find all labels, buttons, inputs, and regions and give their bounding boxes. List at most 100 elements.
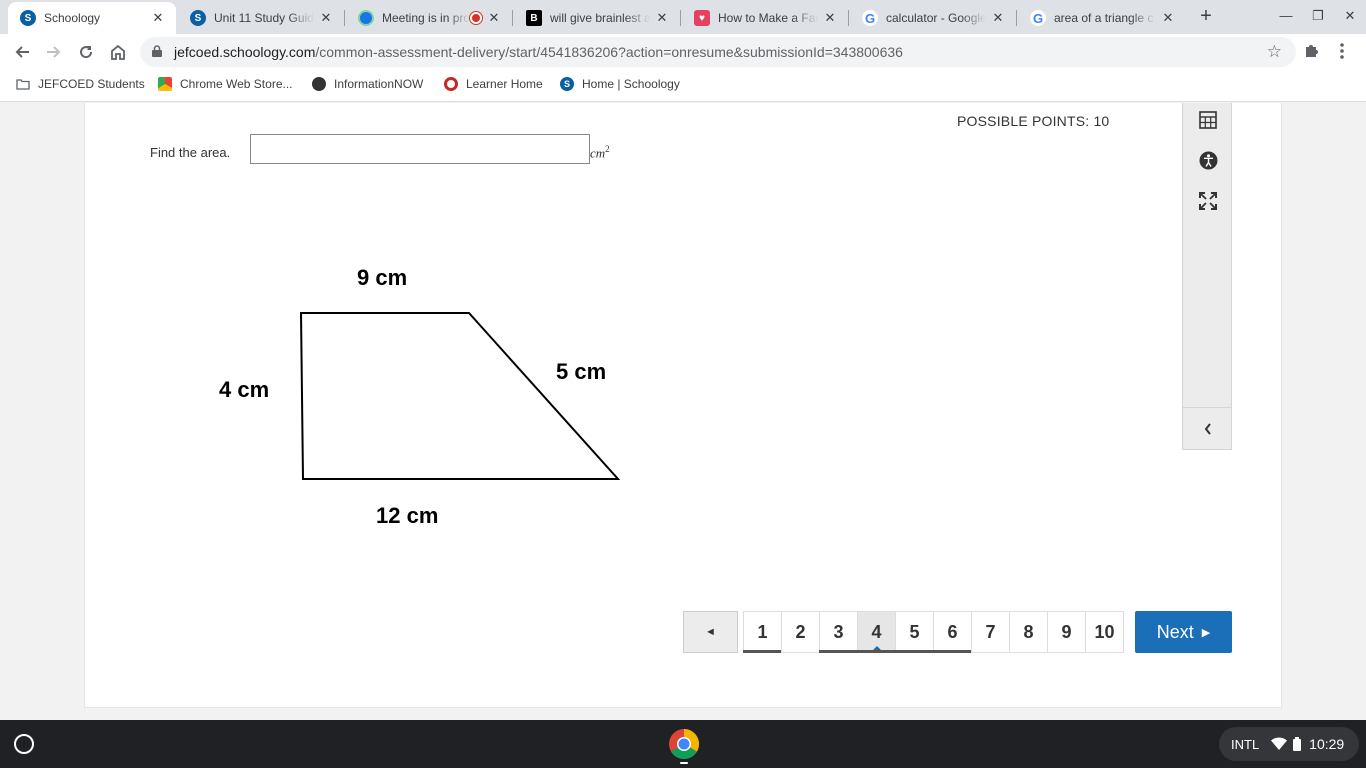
page-button-2[interactable]: 2 (781, 611, 820, 653)
clock: 10:29 (1309, 736, 1345, 752)
tab-schoology[interactable]: S Schoology ✕ (8, 2, 176, 34)
url-host: jefcoed.schoology.com (174, 44, 316, 60)
tab-title: Meeting is in progress (382, 11, 470, 25)
google-icon: G (1030, 10, 1046, 26)
new-tab-button[interactable]: + (1196, 6, 1216, 26)
bookmark-informationnow[interactable]: InformationNOW (312, 77, 423, 91)
close-icon[interactable]: ✕ (1160, 10, 1176, 26)
unit-exponent: 2 (605, 144, 610, 154)
battery-icon (1293, 737, 1302, 751)
bookmark-label: InformationNOW (334, 77, 424, 91)
minimize-icon[interactable]: — (1278, 8, 1294, 23)
calculator-icon (1199, 111, 1217, 129)
page-button-4[interactable]: 4 (857, 611, 896, 653)
question-prompt: Find the area. (150, 145, 231, 160)
tab-title: area of a triangle c (1054, 11, 1154, 25)
bookmark-label: JEFCOED Students (38, 77, 145, 91)
extensions-puzzle-icon[interactable] (1302, 41, 1322, 61)
tab-area-of-a-triangle[interactable]: G area of a triangle c ✕ (1018, 2, 1186, 34)
previous-question-button[interactable]: ◄ (683, 611, 738, 653)
informationnow-icon (312, 77, 326, 91)
next-button[interactable]: Next ▶ (1135, 611, 1232, 653)
close-icon[interactable]: ✕ (990, 10, 1006, 26)
accessibility-tool-button[interactable] (1198, 150, 1218, 170)
input-method-indicator: INTL (1231, 736, 1260, 752)
page-button-8[interactable]: 8 (1009, 611, 1048, 653)
bookmark-label: Learner Home (466, 77, 543, 91)
tab-title: calculator - Google (886, 11, 986, 25)
url-path: /common-assessment-delivery/start/454183… (315, 44, 903, 60)
tab-divider (344, 10, 345, 26)
close-icon[interactable]: ✕ (150, 10, 166, 26)
close-icon[interactable]: ✕ (318, 10, 334, 26)
page-button-6[interactable]: 6 (933, 611, 972, 653)
answer-unit: cm2 (590, 144, 610, 161)
bookmark-chrome-web-store[interactable]: Chrome Web Store... (158, 77, 293, 91)
page-button-9[interactable]: 9 (1047, 611, 1086, 653)
launcher-icon[interactable] (14, 734, 34, 754)
tab-how-to-make-a-fan[interactable]: ♥ How to Make a Fan ✕ (682, 2, 848, 34)
reload-icon (80, 46, 93, 59)
tool-panel (1182, 103, 1232, 450)
tab-title: How to Make a Fan (718, 11, 818, 25)
webstore-icon (158, 77, 172, 91)
page-button-1[interactable]: 1 (743, 611, 782, 653)
bookmark-jefcoed-students[interactable]: JEFCOED Students (16, 77, 145, 91)
page-button-7[interactable]: 7 (971, 611, 1010, 653)
fullscreen-tool-button[interactable] (1198, 191, 1218, 211)
address-bar[interactable]: jefcoed.schoology.com/common-assessment-… (140, 37, 1296, 67)
page-button-5[interactable]: 5 (895, 611, 934, 653)
question-pagination: 1 2 3 4 5 6 7 8 9 10 (743, 611, 1124, 653)
running-app-indicator (680, 762, 688, 764)
tab-divider (680, 10, 681, 26)
tab-meeting[interactable]: Meeting is in progress ✕ (346, 2, 512, 34)
forward-button[interactable] (43, 41, 65, 63)
url-text: jefcoed.schoology.com/common-assessment-… (174, 44, 903, 60)
browser-menu-icon[interactable] (1340, 42, 1344, 60)
left-side-label: 4 cm (219, 377, 270, 402)
possible-points: POSSIBLE POINTS: 10 (957, 113, 1110, 129)
close-icon[interactable]: ✕ (486, 10, 502, 26)
close-window-icon[interactable]: ✕ (1342, 8, 1358, 24)
schoology-icon: S (190, 10, 206, 26)
recording-icon (470, 12, 482, 24)
schoology-icon: S (560, 77, 574, 91)
answer-input[interactable] (250, 134, 590, 164)
play-arrow-icon: ▶ (1201, 626, 1211, 639)
tab-brainly[interactable]: B will give brainlest a ✕ (514, 2, 680, 34)
schoology-icon: S (20, 10, 36, 26)
restore-icon[interactable]: ❐ (1310, 8, 1326, 24)
tab-divider (512, 10, 513, 26)
bookmark-label: Chrome Web Store... (180, 77, 293, 91)
tab-unit-11-study-guide[interactable]: S Unit 11 Study Guide ✕ (178, 2, 344, 34)
bookmark-star-icon[interactable]: ☆ (1267, 42, 1282, 62)
folder-icon (16, 79, 30, 90)
reload-button[interactable] (75, 41, 97, 63)
lock-icon (152, 45, 162, 57)
home-icon (111, 44, 125, 60)
bookmark-home-schoology[interactable]: S Home | Schoology (560, 77, 680, 91)
back-button[interactable] (11, 41, 33, 63)
home-button[interactable] (107, 41, 129, 63)
close-icon[interactable]: ✕ (822, 10, 838, 26)
calculator-tool-button[interactable] (1198, 110, 1218, 130)
tab-calculator-google[interactable]: G calculator - Google ✕ (850, 2, 1016, 34)
accessibility-icon (1199, 151, 1217, 169)
tab-divider (1016, 10, 1017, 26)
page-button-10[interactable]: 10 (1085, 611, 1124, 653)
tool-panel-divider (1183, 407, 1231, 408)
tab-title: Unit 11 Study Guide (214, 11, 314, 25)
bookmarks-bar: JEFCOED Students Chrome Web Store... Inf… (0, 70, 1366, 102)
google-icon: G (862, 10, 878, 26)
brainly-icon: B (526, 10, 542, 26)
top-side-label: 9 cm (357, 265, 408, 290)
status-tray[interactable]: INTL 10:29 (1219, 727, 1359, 761)
back-arrow-icon (15, 46, 29, 58)
forward-arrow-icon (47, 46, 61, 58)
collapse-panel-button[interactable] (1198, 419, 1218, 439)
unit-text: cm (590, 145, 606, 161)
page-button-3[interactable]: 3 (819, 611, 858, 653)
close-icon[interactable]: ✕ (654, 10, 670, 26)
chrome-app-icon[interactable] (668, 728, 700, 760)
bookmark-learner-home[interactable]: Learner Home (444, 77, 543, 91)
